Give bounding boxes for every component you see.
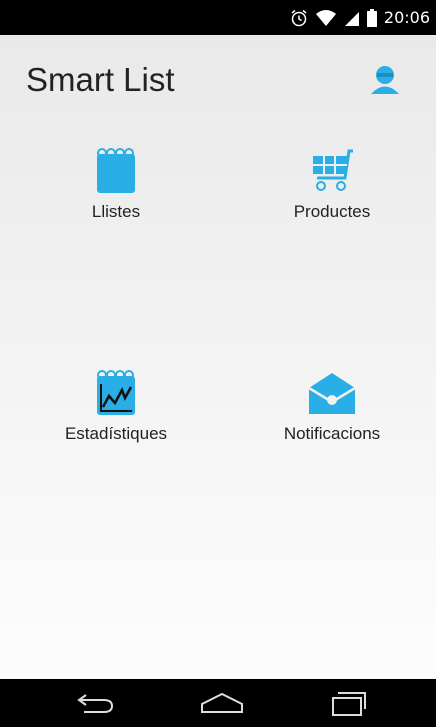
- stats-chart-icon: [16, 370, 216, 416]
- menu-item-estadistiques[interactable]: Estadístiques: [16, 370, 216, 444]
- recent-apps-icon[interactable]: [330, 691, 370, 722]
- menu-item-notificacions[interactable]: Notificacions: [232, 370, 432, 444]
- notepad-icon: [16, 148, 216, 194]
- menu-item-label: Llistes: [91, 202, 141, 221]
- alarm-icon: [290, 9, 308, 27]
- status-time: 20:06: [383, 8, 430, 27]
- battery-icon: [366, 8, 377, 27]
- main-screen: Smart List Llistes Productes Estadístiqu…: [0, 35, 436, 679]
- home-icon[interactable]: [199, 691, 245, 720]
- navigation-bar: [0, 679, 436, 727]
- signal-icon: [344, 9, 360, 27]
- back-icon[interactable]: [76, 691, 116, 720]
- menu-item-label: Productes: [293, 202, 371, 221]
- menu-item-label: Estadístiques: [64, 424, 168, 443]
- menu-item-llistes[interactable]: Llistes: [16, 148, 216, 222]
- envelope-icon: [232, 370, 432, 416]
- app-title: Smart List: [26, 61, 175, 98]
- user-icon[interactable]: [368, 63, 402, 97]
- menu-item-productes[interactable]: Productes: [232, 148, 432, 222]
- menu-item-label: Notificacions: [283, 424, 381, 443]
- shopping-cart-icon: [232, 148, 432, 194]
- wifi-icon: [315, 9, 337, 27]
- status-bar: 20:06: [0, 0, 436, 35]
